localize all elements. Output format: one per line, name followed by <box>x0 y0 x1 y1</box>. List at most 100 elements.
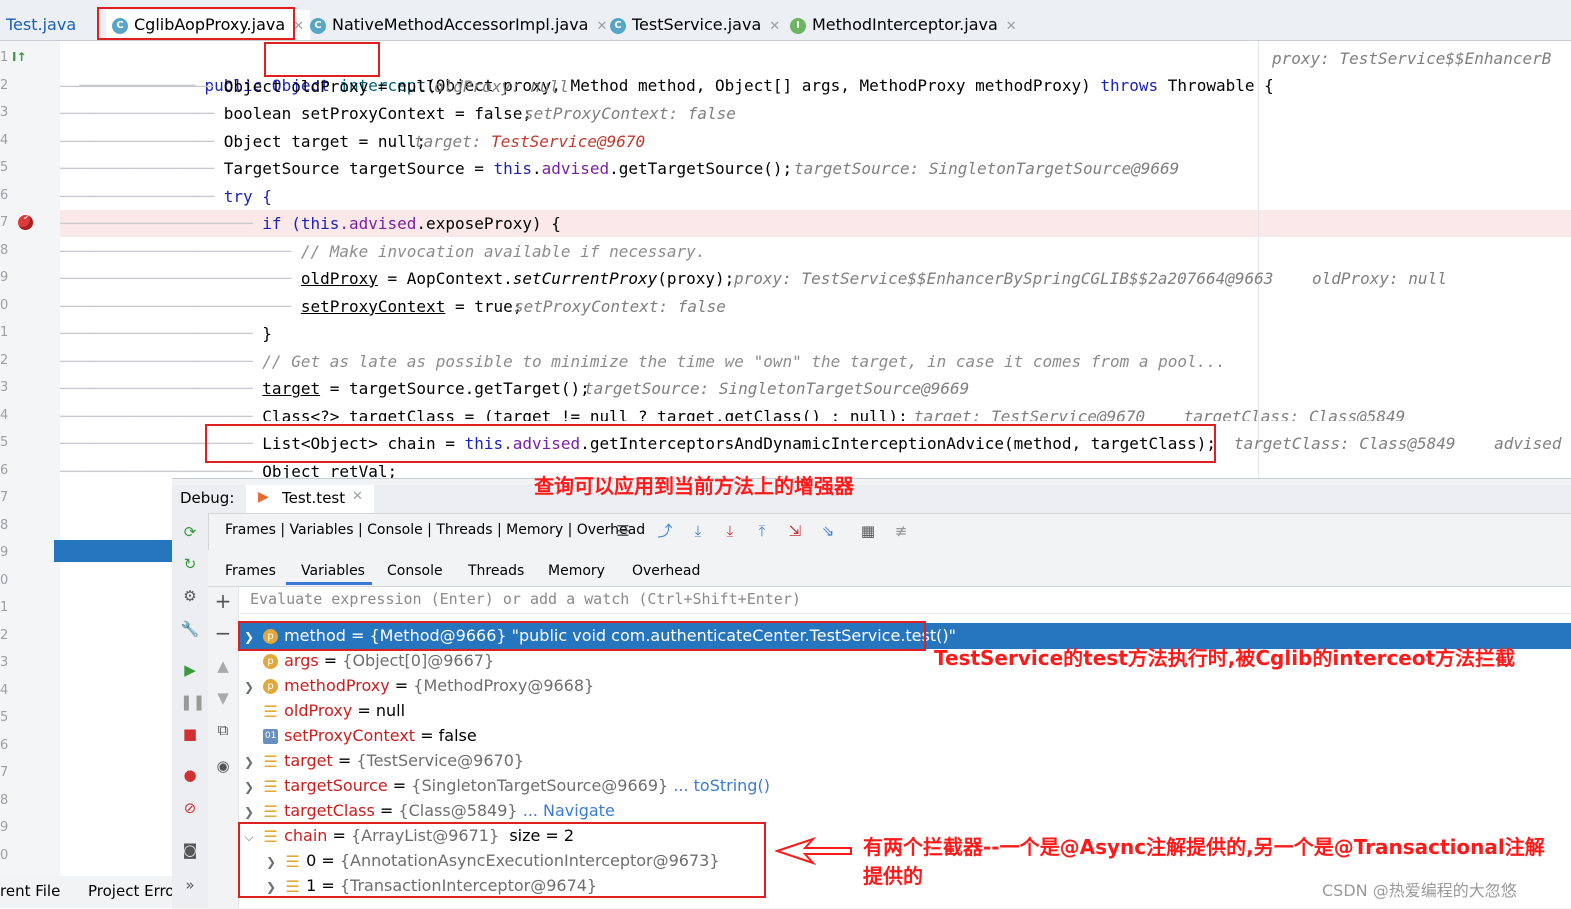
equals-sign: = <box>352 701 376 720</box>
variable-value: {Object[0]@9667} <box>342 651 495 670</box>
copy-icon[interactable]: ⧉ <box>213 720 233 740</box>
close-icon[interactable]: ✕ <box>596 19 607 34</box>
code-line-16: ──────────────────── Object retVal; <box>60 458 397 478</box>
tab-nativemethodaccessorimpl-java[interactable]: C NativeMethodAccessorImpl.java ✕ <box>310 10 607 40</box>
variable-row-target[interactable]: ❯ ☰ target = {TestService@9670} <box>240 748 524 773</box>
close-icon[interactable]: ✕ <box>1006 19 1017 34</box>
code-line-14: ──────────────────── Class<?> targetClas… <box>60 403 908 421</box>
project-errors-tab[interactable]: Project Erro <box>88 882 172 900</box>
inline-hint: proxy: TestService$$EnhancerB <box>1272 49 1552 68</box>
line-number: 2 <box>0 628 9 643</box>
tab-methodinterceptor-java[interactable]: I MethodInterceptor.java ✕ <box>790 10 1017 40</box>
move-down-icon[interactable]: ▼ <box>213 688 233 708</box>
variable-value: {TestService@9670} <box>356 751 525 770</box>
close-icon[interactable]: ✕ <box>293 19 304 34</box>
variable-value: null <box>375 701 406 720</box>
step-over-icon[interactable]: ⤓ <box>688 521 708 541</box>
line-number: 9 <box>0 270 9 285</box>
chevron-right-icon[interactable]: ❯ <box>262 850 280 875</box>
interface-icon: I <box>790 17 806 34</box>
code-text: .getInterceptorsAndDynamicInterceptionAd… <box>580 434 1216 453</box>
variable-row-chain[interactable]: ⌵ ☰ chain = {ArrayList@9671} size = 2 <box>240 823 574 848</box>
equals-sign: = <box>387 776 412 795</box>
chevron-down-icon[interactable]: ⌵ <box>240 825 258 850</box>
override-marker-icon[interactable]: I↑ <box>12 50 30 68</box>
tab-label: Test.java <box>6 15 77 34</box>
move-up-icon[interactable]: ▲ <box>213 656 233 676</box>
tab-threads[interactable]: Threads <box>468 558 524 584</box>
stop-icon[interactable]: ■ <box>180 724 200 744</box>
inline-hint: setProxyContext: false <box>514 297 726 316</box>
tab-memory[interactable]: Memory <box>548 558 605 584</box>
run-to-cursor-icon[interactable]: ⇘ <box>818 521 838 541</box>
tab-overhead[interactable]: Overhead <box>632 558 700 584</box>
mute-breakpoints-icon[interactable]: ⊘ <box>180 798 200 818</box>
variable-name: args <box>284 651 319 670</box>
current-file-tab[interactable]: rent File <box>0 882 60 900</box>
step-into-icon[interactable]: ⤓ <box>720 521 740 541</box>
trace-icon[interactable]: ≢ <box>891 521 911 541</box>
camera-icon[interactable]: ◙ <box>180 840 200 860</box>
chevron-right-icon[interactable]: ❯ <box>240 775 258 800</box>
chevron-right-icon[interactable]: ❯ <box>240 675 258 700</box>
show-execution-point-icon[interactable]: ⤴ <box>655 521 675 541</box>
line-number: 8 <box>0 243 9 258</box>
run-config-icon: ▶ <box>258 489 269 505</box>
wrench-icon[interactable]: 🔧 <box>180 619 200 639</box>
chevron-right-icon[interactable]: ❯ <box>262 875 280 900</box>
variable-row-method[interactable]: ❯ p method = {Method@9666} "public void c… <box>240 623 956 648</box>
add-watch-icon[interactable]: + <box>213 591 233 611</box>
variable-value: {TransactionInterceptor@9674} <box>339 876 598 895</box>
chevron-right-icon[interactable]: ❯ <box>240 625 258 650</box>
close-icon[interactable]: ✕ <box>769 19 780 34</box>
watch-eye-icon[interactable]: ◉ <box>213 756 233 776</box>
tab-testservice-java[interactable]: C TestService.java ✕ <box>610 10 780 40</box>
variable-row-chain-0[interactable]: ❯ ☰ 0 = {AnnotationAsyncExecutionIntercep… <box>262 848 720 873</box>
remove-watch-icon[interactable]: − <box>213 623 233 643</box>
menu-icon[interactable]: ☰ <box>613 521 633 541</box>
chevron-right-icon[interactable]: ❯ <box>240 750 258 775</box>
pause-icon[interactable]: ❚❚ <box>180 692 205 712</box>
close-icon[interactable]: ✕ <box>352 489 363 504</box>
variable-row-args[interactable]: p args = {Object[0]@9667} <box>240 648 494 673</box>
tostring-link[interactable]: ... toString() <box>673 776 770 795</box>
breakpoint-check-icon: ✓ <box>23 213 31 223</box>
evaluate-expression-input[interactable]: Evaluate expression (Enter) or add a wat… <box>250 590 801 608</box>
layout-tabs-text[interactable]: Frames | Variables | Console | Threads |… <box>225 522 645 538</box>
annotation-two-interceptors-cont: 提供的 <box>863 864 923 888</box>
variable-name: 1 <box>306 876 317 895</box>
variable-row-setproxycontext[interactable]: 01 setProxyContext = false <box>240 723 477 748</box>
code-field: advised <box>541 159 610 178</box>
execution-line-highlight <box>54 540 172 562</box>
variable-row-targetclass[interactable]: ❯ ☰ targetClass = {Class@5849} ... Naviga… <box>240 798 615 823</box>
rerun-tests-icon[interactable]: ↻ <box>180 554 200 574</box>
navigate-link[interactable]: ... Navigate <box>523 801 615 820</box>
variable-row-oldproxy[interactable]: ☰ oldProxy = null <box>240 698 405 723</box>
chevron-right-icon[interactable]: ❯ <box>240 800 258 825</box>
tab-variables[interactable]: Variables <box>301 558 365 584</box>
more-icon[interactable]: » <box>180 875 200 895</box>
drop-frame-icon[interactable]: ⇲ <box>785 521 805 541</box>
code-text: Object oldProxy = null; <box>223 77 446 96</box>
rerun-icon[interactable]: ⟳ <box>180 522 200 542</box>
tab-test-java[interactable]: Test.java <box>6 10 76 40</box>
variable-row-chain-1[interactable]: ❯ ☰ 1 = {TransactionInterceptor@9674} <box>262 873 597 898</box>
code-text: .exposeProxy) { <box>416 214 561 233</box>
restore-layout-icon[interactable]: ⚙ <box>180 586 200 606</box>
tab-frames[interactable]: Frames <box>225 558 276 584</box>
line-number: 4 <box>0 408 9 423</box>
variable-row-targetsource[interactable]: ❯ ☰ targetSource = {SingletonTargetSource… <box>240 773 770 798</box>
resume-icon[interactable]: ▶ <box>180 660 200 680</box>
variable-row-methodproxy[interactable]: ❯ p methodProxy = {MethodProxy@9668} <box>240 673 594 698</box>
code-text: .getTargetSource(); <box>609 159 793 178</box>
line-number: 5 <box>0 435 9 450</box>
code-line-1: ──────────── public Object intercept(Obj… <box>79 76 1274 95</box>
field-icon: ☰ <box>263 702 278 721</box>
tab-cglibaopproxy-java[interactable]: C CglibAopProxy.java ✕ <box>106 10 311 40</box>
evaluate-expression-icon[interactable]: ▦ <box>858 521 878 541</box>
step-out-icon[interactable]: ⤒ <box>752 521 772 541</box>
view-breakpoints-icon[interactable]: ● <box>180 765 200 785</box>
equals-sign: = <box>332 751 357 770</box>
tab-console[interactable]: Console <box>387 558 443 584</box>
annotation-interceptors-query: 查询可以应用到当前方法上的增强器 <box>534 474 854 498</box>
